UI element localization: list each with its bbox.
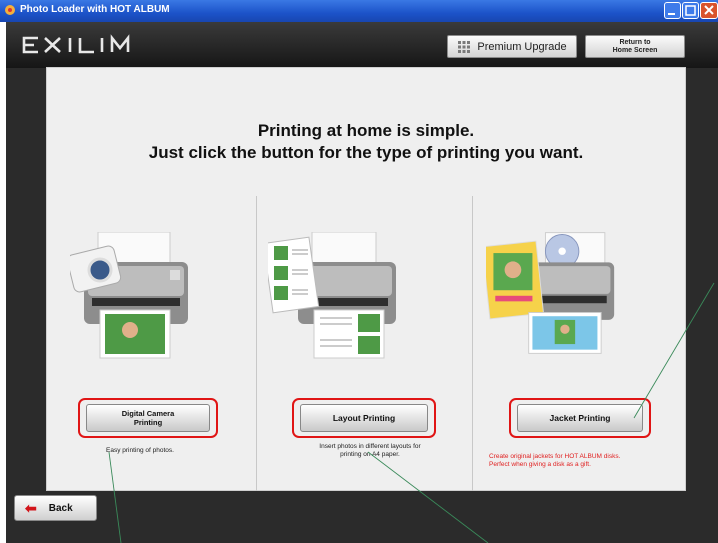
annotation-leader-lines bbox=[108, 282, 715, 543]
